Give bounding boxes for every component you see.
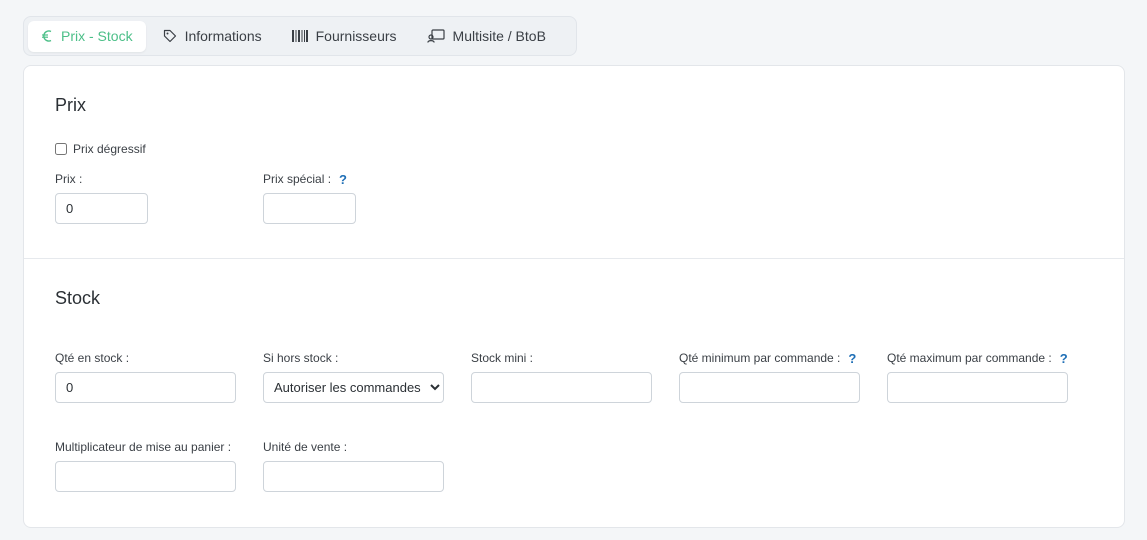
tab-label: Multisite / BtoB: [452, 28, 546, 44]
prix-label: Prix :: [55, 172, 83, 186]
multisite-icon: [426, 29, 445, 43]
prix-special-input[interactable]: [263, 193, 356, 224]
tab-label: Prix - Stock: [61, 28, 133, 44]
prix-degressif-row: Prix dégressif: [55, 142, 146, 156]
tab-fournisseurs[interactable]: Fournisseurs: [279, 21, 410, 52]
stock-mini-label: Stock mini :: [471, 351, 534, 365]
unite-vente-label: Unité de vente :: [263, 440, 348, 454]
qte-min-field: Qté minimum par commande : ?: [679, 350, 860, 403]
tag-icon: [163, 29, 177, 43]
unite-vente-field: Unité de vente :: [263, 439, 444, 492]
qte-stock-label: Qté en stock :: [55, 351, 130, 365]
help-icon[interactable]: ?: [1060, 351, 1068, 366]
stock-mini-field: Stock mini :: [471, 350, 652, 403]
tab-label: Informations: [184, 28, 262, 44]
multiplicateur-label: Multiplicateur de mise au panier :: [55, 440, 232, 454]
hors-stock-field: Si hors stock : Autoriser les commandes: [263, 350, 444, 403]
help-icon[interactable]: ?: [848, 351, 856, 366]
product-form-card: Prix Prix dégressif Prix : Prix spécial …: [23, 65, 1125, 528]
section-title-prix: Prix: [55, 95, 86, 115]
multiplicateur-field: Multiplicateur de mise au panier :: [55, 439, 236, 492]
prix-special-label: Prix spécial : ?: [263, 171, 347, 187]
prix-degressif-checkbox[interactable]: [55, 143, 67, 155]
help-icon[interactable]: ?: [339, 172, 347, 187]
prix-special-field: Prix spécial : ?: [263, 171, 356, 224]
tab-multisite-btob[interactable]: Multisite / BtoB: [414, 21, 559, 52]
qte-stock-input[interactable]: [55, 372, 236, 403]
qte-min-input[interactable]: [679, 372, 860, 403]
barcode-icon: [291, 30, 308, 42]
qte-max-field: Qté maximum par commande : ?: [887, 350, 1068, 403]
qte-stock-field: Qté en stock :: [55, 350, 236, 403]
tab-informations[interactable]: Informations: [150, 21, 275, 52]
tab-label: Fournisseurs: [315, 28, 397, 44]
prix-degressif-label: Prix dégressif: [73, 142, 146, 156]
qte-min-label: Qté minimum par commande : ?: [679, 350, 857, 366]
hors-stock-select[interactable]: Autoriser les commandes: [263, 372, 444, 403]
stock-mini-input[interactable]: [471, 372, 652, 403]
qte-max-label: Qté maximum par commande : ?: [887, 350, 1068, 366]
tab-prix-stock[interactable]: Prix - Stock: [28, 20, 146, 52]
unite-vente-input[interactable]: [263, 461, 444, 492]
qte-max-input[interactable]: [887, 372, 1068, 403]
prix-input[interactable]: [55, 193, 148, 224]
euro-icon: [41, 29, 53, 43]
section-title-stock: Stock: [55, 288, 101, 308]
section-divider: [24, 258, 1124, 259]
prix-field: Prix :: [55, 171, 148, 224]
tab-bar: Prix - Stock Informations Fournisseurs M…: [23, 16, 577, 56]
hors-stock-label: Si hors stock :: [263, 351, 339, 365]
multiplicateur-input[interactable]: [55, 461, 236, 492]
